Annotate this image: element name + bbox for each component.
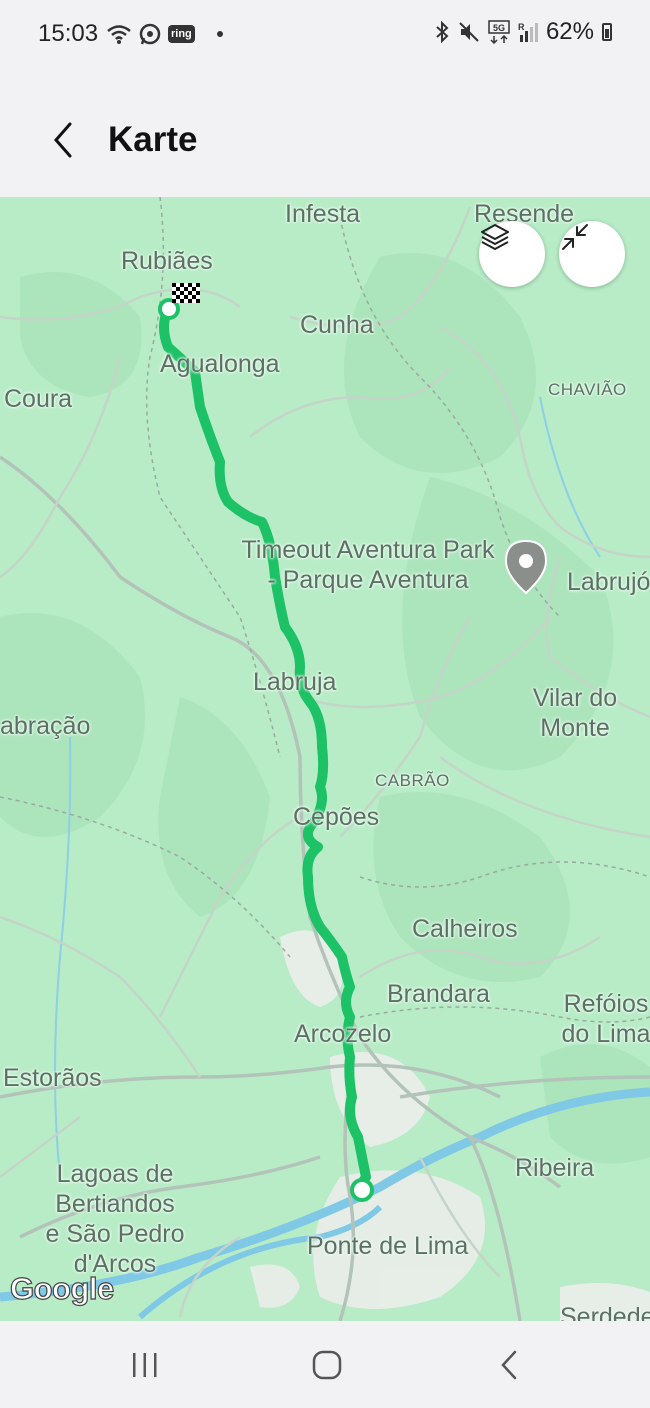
- svg-text:5G: 5G: [493, 23, 505, 33]
- map-label-labrujo: Labrujó: [567, 568, 650, 596]
- back-nav-icon: [501, 1350, 517, 1380]
- map-label-refoios-do-lima: Refóios do Lima: [556, 989, 650, 1049]
- route-map[interactable]: Infesta Resende Rubiães Cunha Agualonga …: [0, 197, 650, 1321]
- status-right-icons: 5G R 62%: [434, 18, 612, 46]
- notification-dot: [216, 31, 223, 37]
- ring-icon: ring: [168, 25, 195, 43]
- poi-label-line1: Timeout Aventura Park: [241, 536, 495, 564]
- collapse-icon: [562, 224, 588, 250]
- map-label-lagoas-line1: Lagoas de: [56, 1160, 174, 1188]
- map-label-ponte-de-lima: Ponte de Lima: [307, 1232, 469, 1260]
- map-label-refoios-line1: Refóios: [563, 990, 649, 1018]
- mute-icon: [459, 22, 479, 42]
- map-label-lagoas-line3: e São Pedro: [45, 1220, 185, 1248]
- map-label-coura: Coura: [4, 385, 73, 413]
- back-nav-button[interactable]: [480, 1343, 540, 1387]
- layers-icon: [481, 224, 509, 250]
- back-button[interactable]: [44, 118, 84, 162]
- map-label-lagoas-line2: Bertiandos: [55, 1190, 175, 1218]
- finish-flag-icon: [172, 283, 200, 303]
- status-bar: 15:03 ring 5G R 62%: [0, 0, 650, 70]
- map-label-vilar-do-monte: Vilar do Monte: [525, 683, 625, 743]
- map-label-brandara: Brandara: [387, 980, 490, 1008]
- map-label-serdedelo: Serdede: [560, 1303, 650, 1321]
- recents-button[interactable]: [115, 1343, 175, 1387]
- page-title: Karte: [108, 120, 198, 159]
- map-label-estoraos: Estorãos: [3, 1064, 102, 1092]
- map-label-calheiros: Calheiros: [412, 915, 518, 943]
- poi-label-line2: - Parque Aventura: [267, 566, 469, 594]
- map-label-refoios-line2: do Lima: [561, 1020, 650, 1048]
- map-label-cunha: Cunha: [300, 311, 374, 339]
- whatsapp-icon: [139, 23, 161, 45]
- map-label-ribeira: Ribeira: [515, 1154, 595, 1182]
- recents-icon: [133, 1353, 157, 1377]
- home-icon: [312, 1350, 342, 1380]
- status-time: 15:03: [38, 20, 99, 47]
- map-label-vilar-line1: Vilar do: [532, 684, 618, 712]
- map-label-vilar-line2: Monte: [540, 714, 610, 742]
- map-label-lagoas: Lagoas de Bertiandos e São Pedro d'Arcos: [40, 1159, 190, 1279]
- layers-button[interactable]: [479, 221, 545, 287]
- svg-text:R: R: [518, 22, 525, 32]
- status-left-icons: ring: [106, 20, 223, 48]
- map-label-cepoes: Cepões: [293, 803, 380, 831]
- map-label-labruja: Labruja: [253, 668, 337, 696]
- battery-icon: [602, 23, 612, 41]
- signal-icon: R: [518, 22, 538, 42]
- map-label-arcozelo: Arcozelo: [294, 1020, 392, 1048]
- map-label-rubiaes: Rubiães: [121, 247, 213, 275]
- bluetooth-icon: [436, 21, 449, 43]
- map-label-abracao: abração: [0, 712, 91, 740]
- 5g-icon: 5G: [488, 20, 510, 44]
- home-button[interactable]: [297, 1343, 357, 1387]
- map-label-cabrao: CABRÃO: [375, 771, 450, 790]
- google-logo: Google: [9, 1270, 114, 1306]
- map-label-timeout-park[interactable]: Timeout Aventura Park - Parque Aventura: [240, 535, 496, 595]
- wifi-icon: [107, 25, 131, 44]
- map-label-chaviao: CHAVIÃO: [548, 380, 627, 399]
- collapse-map-button[interactable]: [559, 221, 625, 287]
- battery-percent: 62%: [545, 18, 594, 45]
- system-nav-bar: [0, 1321, 650, 1408]
- map-label-infesta: Infesta: [285, 200, 361, 228]
- back-arrow-icon: [54, 122, 72, 158]
- app-bar: Karte: [0, 70, 650, 197]
- map-label-agualonga: Agualonga: [160, 350, 280, 378]
